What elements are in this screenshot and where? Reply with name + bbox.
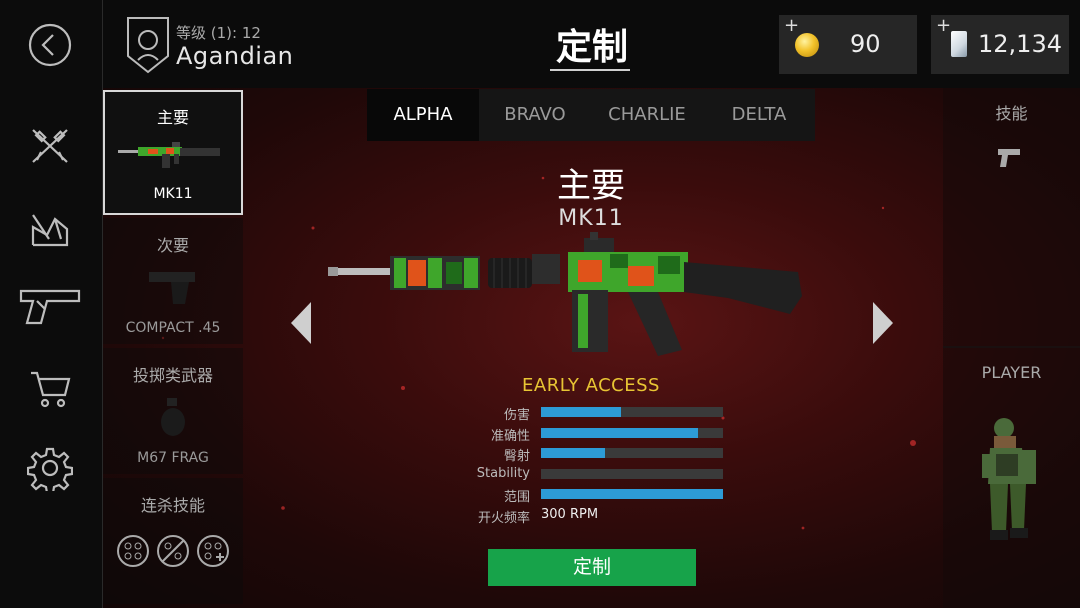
nav-store[interactable] xyxy=(0,348,100,428)
slot-killstreaks[interactable]: 连杀技能 xyxy=(103,478,243,604)
slot-weapon-name: M67 FRAG xyxy=(137,450,209,466)
coin-icon xyxy=(795,33,819,57)
player-level: 等级 (1): 12 xyxy=(176,24,261,42)
title-underline xyxy=(550,69,630,71)
tab-delta[interactable]: DELTA xyxy=(703,89,815,141)
killstreak-icons xyxy=(103,534,243,568)
rifle-thumbnail-icon xyxy=(118,142,220,168)
player-character[interactable] xyxy=(980,414,1044,548)
pistol-icon xyxy=(19,289,81,325)
player-label: PLAYER xyxy=(981,363,1042,382)
stat-row: 臀射 xyxy=(430,443,730,464)
rifle-preview xyxy=(328,232,802,356)
weapon-name: MK11 xyxy=(558,206,624,231)
drone-disabled-icon xyxy=(157,535,189,567)
broken-panel-icon xyxy=(31,214,69,247)
prev-weapon-arrow[interactable] xyxy=(291,302,311,344)
card-icon xyxy=(951,31,967,57)
stat-bar xyxy=(541,468,723,479)
stat-fill xyxy=(541,489,723,499)
stat-fill xyxy=(541,407,622,417)
customize-button[interactable]: 定制 xyxy=(488,549,696,586)
shopping-cart-icon xyxy=(31,371,71,408)
slot-secondary[interactable]: 次要 COMPACT .45 xyxy=(103,218,243,344)
nav-loadout[interactable] xyxy=(0,105,100,185)
stat-label: 开火频率 xyxy=(477,510,530,526)
fire-rate-value: 300 RPM xyxy=(541,506,599,522)
coins-counter[interactable]: + 90 xyxy=(779,15,917,74)
early-access-label: EARLY ACCESS xyxy=(522,375,660,396)
stat-bar xyxy=(541,489,723,499)
stat-row: 准确性 xyxy=(430,423,730,444)
player-profile[interactable]: 等级 (1): 12 Agandian xyxy=(126,16,346,74)
stat-fill xyxy=(541,448,605,458)
coins-value: 90 xyxy=(850,30,881,58)
slot-primary[interactable]: 主要 MK11 xyxy=(103,90,243,215)
back-arrow-icon xyxy=(28,23,72,67)
gear-icon xyxy=(27,447,73,491)
slot-label: 投掷类武器 xyxy=(132,366,213,385)
add-cards-icon[interactable]: + xyxy=(936,15,951,36)
drone-plus-icon xyxy=(197,535,229,567)
player-name: Agandian xyxy=(176,42,294,70)
section-title: 主要 xyxy=(557,166,625,206)
back-button[interactable] xyxy=(0,5,100,85)
crossed-rifles-icon xyxy=(32,129,68,163)
rank-badge-icon xyxy=(127,17,169,74)
slot-weapon-name: MK11 xyxy=(153,186,193,202)
stat-bar xyxy=(541,448,723,458)
drone-icon xyxy=(117,535,149,567)
stat-row-fire-rate: 开火频率 300 RPM xyxy=(430,505,730,526)
stat-label: 臀射 xyxy=(503,449,530,464)
slot-throwable[interactable]: 投掷类武器 M67 FRAG xyxy=(103,348,243,474)
add-coins-icon[interactable]: + xyxy=(784,15,799,36)
skill-icon[interactable] xyxy=(996,143,1024,171)
stat-row: Stability xyxy=(430,464,730,485)
stat-bar xyxy=(541,407,723,417)
weapon-stats: 伤害 准确性 臀射 Stability 范围 开火频率 300 RPM xyxy=(430,402,730,526)
tab-bravo[interactable]: BRAVO xyxy=(479,89,591,141)
slot-label: 主要 xyxy=(156,108,189,127)
nav-settings[interactable] xyxy=(0,428,100,508)
stat-label: Stability xyxy=(476,465,530,481)
loadout-slots: 主要 MK11 次要 COMPACT .45 投掷类武器 M67 FRAG 连杀… xyxy=(103,88,245,608)
stat-row: 伤害 xyxy=(430,402,730,423)
slot-weapon-name: COMPACT .45 xyxy=(125,320,221,336)
slot-label: 次要 xyxy=(156,236,189,255)
page-title: 定制 xyxy=(555,27,628,68)
slot-label: 连杀技能 xyxy=(140,496,205,515)
cards-counter[interactable]: + 12,134 xyxy=(931,15,1069,74)
stat-row: 范围 xyxy=(430,484,730,505)
nav-rail xyxy=(0,0,103,608)
grenade-thumbnail-icon xyxy=(161,398,185,436)
pistol-thumbnail-icon xyxy=(149,272,195,304)
cards-value: 12,134 xyxy=(978,30,1062,58)
tab-charlie[interactable]: CHARLIE xyxy=(591,89,703,141)
stat-label: 伤害 xyxy=(503,408,530,423)
stat-bar xyxy=(541,427,723,438)
skills-label: 技能 xyxy=(995,104,1028,123)
nav-weapons[interactable] xyxy=(0,266,100,346)
right-panel-divider xyxy=(943,346,1080,348)
stat-label: 准确性 xyxy=(490,428,530,444)
stat-label: 范围 xyxy=(503,490,530,505)
tab-alpha[interactable]: ALPHA xyxy=(367,89,479,141)
nav-missions[interactable] xyxy=(0,188,100,268)
next-weapon-arrow[interactable] xyxy=(873,302,893,344)
stat-fill xyxy=(541,427,698,438)
loadout-tabs: ALPHA BRAVO CHARLIE DELTA xyxy=(367,89,815,141)
